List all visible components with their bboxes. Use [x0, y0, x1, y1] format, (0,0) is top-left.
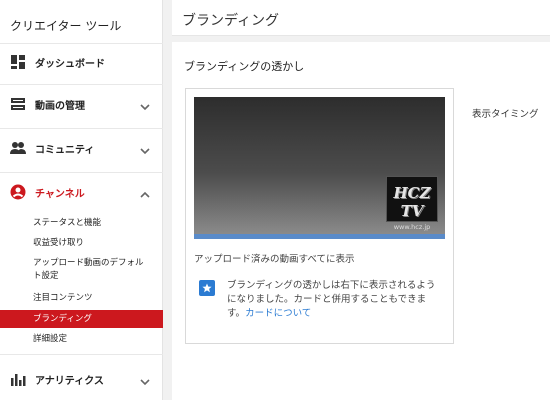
info-text: ブランディングの透かしは右下に表示されるようになりました。カードと併用することも…	[227, 279, 444, 321]
sidebar-subitem-monetization[interactable]: 収益受け取り	[0, 237, 163, 250]
chevron-down-icon[interactable]	[139, 142, 151, 155]
display-scope-caption: アップロード済みの動画すべてに表示	[194, 254, 355, 265]
watermark-url-text: www.hcz.jp	[393, 223, 431, 231]
watermark-preview-box: HCZ TV www.hcz.jp アップロード済みの動画すべてに表示 ブランデ…	[185, 88, 454, 344]
sidebar-item-channel[interactable]: チャンネル	[0, 175, 163, 209]
channel-icon	[10, 184, 26, 200]
branding-watermark-card: ブランディングの透かし HCZ TV www.hcz.jp アップロード済みの動…	[172, 42, 550, 400]
video-manager-icon	[10, 96, 26, 112]
sidebar-item-label: ダッシュボード	[35, 58, 105, 70]
chevron-down-icon[interactable]	[139, 98, 151, 111]
app-title: クリエイター ツール	[10, 19, 122, 33]
page-title: ブランディング	[182, 13, 280, 29]
analytics-icon	[10, 371, 26, 387]
sidebar-item-video-manager[interactable]: 動画の管理	[0, 87, 163, 121]
section-title: ブランディングの透かし	[184, 60, 305, 73]
sidebar-item-analytics[interactable]: アナリティクス	[0, 362, 163, 396]
page-header: ブランディング	[172, 0, 550, 36]
sidebar-item-label: チャンネル	[35, 188, 85, 200]
sidebar-item-label: アナリティクス	[35, 375, 104, 387]
sidebar-subitem-upload-defaults[interactable]: アップロード動画のデフォルト設定	[0, 257, 150, 283]
community-icon	[10, 140, 26, 156]
watermark-image[interactable]: HCZ TV www.hcz.jp	[386, 176, 438, 231]
dashboard-icon	[10, 54, 26, 70]
sidebar-item-label: コミュニティ	[35, 144, 95, 156]
divider	[0, 128, 163, 129]
sidebar-item-community[interactable]: コミュニティ	[0, 131, 163, 165]
sidebar-subitem-advanced[interactable]: 詳細設定	[0, 333, 163, 346]
video-progress-bar	[194, 234, 445, 239]
video-preview: HCZ TV www.hcz.jp	[194, 97, 445, 234]
divider	[0, 354, 163, 355]
sidebar: クリエイター ツール ダッシュボード 動画の管理 コミュニティ チャンネル ステ…	[0, 0, 163, 400]
star-icon	[199, 280, 215, 296]
chevron-down-icon[interactable]	[139, 373, 151, 386]
sidebar-subitem-branding[interactable]: ブランディング	[0, 310, 163, 328]
info-notice: ブランディングの透かしは右下に表示されるようになりました。カードと併用することも…	[199, 279, 444, 321]
sidebar-item-dashboard[interactable]: ダッシュボード	[0, 45, 163, 79]
display-timing-label: 表示タイミング	[472, 109, 539, 120]
divider	[0, 43, 163, 44]
sidebar-subitem-featured-content[interactable]: 注目コンテンツ	[0, 292, 163, 305]
cards-link[interactable]: カードについて	[245, 308, 311, 319]
divider	[0, 172, 163, 173]
watermark-logo-text: HCZ TV	[393, 184, 431, 220]
chevron-up-icon[interactable]	[139, 186, 151, 198]
divider	[0, 84, 163, 85]
sidebar-subitem-status[interactable]: ステータスと機能	[0, 217, 163, 230]
sidebar-item-label: 動画の管理	[35, 100, 85, 112]
